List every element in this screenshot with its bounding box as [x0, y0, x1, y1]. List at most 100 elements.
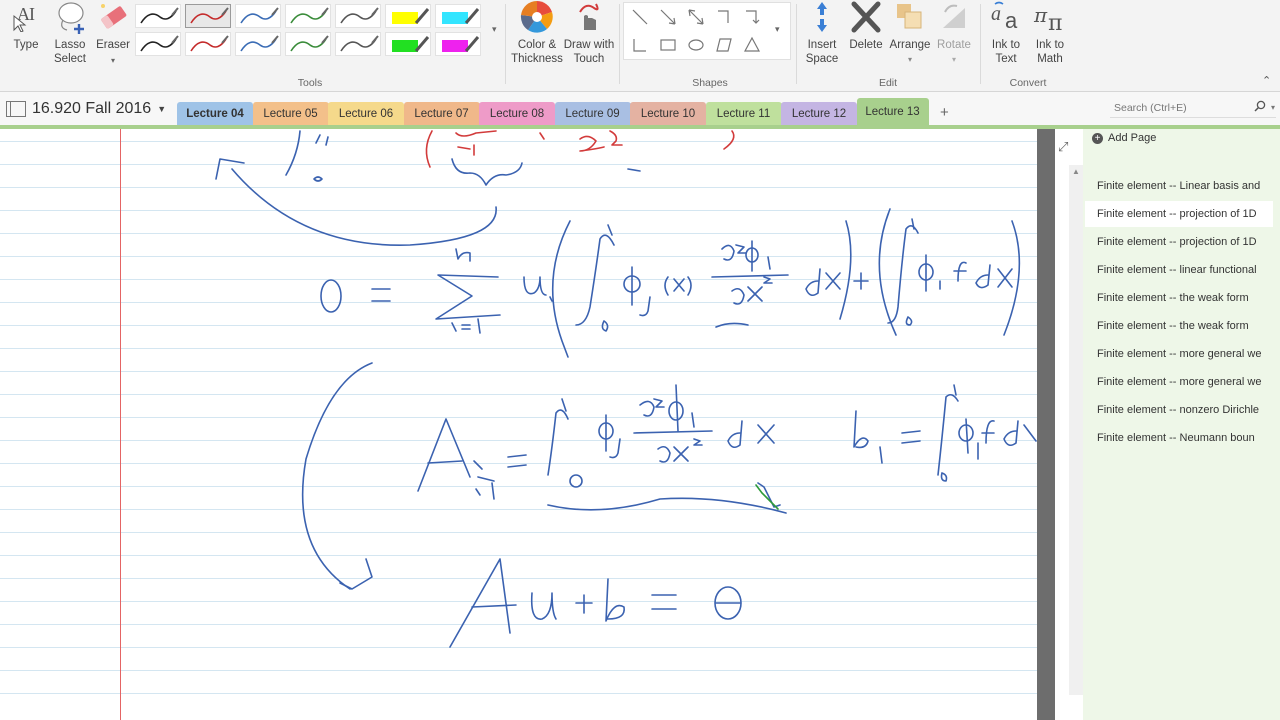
section-tab[interactable]: Lecture 06 [328, 102, 404, 125]
pen-swatch[interactable] [185, 32, 231, 56]
ink-load-definition[interactable] [853, 384, 1037, 482]
ink-top-brace[interactable] [451, 158, 641, 186]
parallelogram-shape-icon[interactable] [714, 35, 734, 55]
type-button[interactable]: AI Type [8, 0, 44, 52]
highlighter-swatch[interactable] [435, 32, 481, 56]
rotate-label: Rotate [937, 39, 971, 51]
pen-swatch[interactable] [335, 4, 381, 28]
ink-to-math-label: Ink to Math [1035, 39, 1065, 65]
axes-shape-icon[interactable] [714, 7, 734, 27]
expand-icon[interactable]: ⤢ [1058, 139, 1074, 155]
line-shape-icon[interactable] [630, 7, 650, 27]
section-tab[interactable]: Lecture 09 [554, 102, 631, 125]
page-list-item[interactable]: Finite element -- more general we [1085, 369, 1273, 395]
svg-text:I: I [29, 4, 35, 24]
ink-weak-form-equation[interactable] [320, 208, 1021, 358]
rectangle-shape-icon[interactable] [658, 35, 678, 55]
page-list-item[interactable]: Finite element -- projection of 1D [1085, 229, 1273, 255]
page-list-item[interactable]: Finite element -- the weak form [1085, 313, 1273, 339]
section-tab[interactable]: Lecture 08 [479, 102, 555, 125]
type-icon: AI [9, 0, 43, 34]
rotate-button[interactable]: Rotate ▾ [934, 0, 974, 67]
page-pane-scrollbar[interactable]: ▲ [1069, 165, 1083, 695]
ink-to-text-label: Ink to Text [991, 39, 1021, 65]
search-scope-dropdown-icon[interactable]: ▾ [1271, 98, 1275, 118]
ink-green-mark[interactable] [755, 484, 779, 510]
corner-shape-icon[interactable] [630, 35, 650, 55]
page-list-item[interactable]: Finite element -- nonzero Dirichle [1085, 397, 1273, 423]
page-scrollbar[interactable] [1037, 129, 1055, 720]
section-tab[interactable]: Lecture 13 [856, 98, 929, 125]
section-tab[interactable]: Lecture 07 [403, 102, 480, 125]
shapes-group-label: Shapes [692, 77, 728, 89]
group-separator [980, 4, 981, 84]
highlighter-swatch[interactable] [435, 4, 481, 28]
color-thickness-button[interactable]: Color & Thickness [510, 0, 564, 66]
collapse-ribbon-icon[interactable]: ⌃ [1262, 74, 1271, 87]
arrange-dropdown-icon[interactable]: ▾ [908, 53, 912, 67]
delete-label: Delete [849, 39, 883, 51]
pen-swatch[interactable] [135, 32, 181, 56]
add-page-button[interactable]: + Add Page [1092, 132, 1156, 144]
notebook-selector[interactable]: 16.920 Fall 2016 ▼ [6, 100, 166, 118]
section-tab[interactable]: Lecture 10 [630, 102, 706, 125]
section-tab-label: Lecture 07 [414, 107, 469, 120]
page-list-item[interactable]: Finite element -- the weak form [1085, 285, 1273, 311]
eraser-dropdown-icon[interactable]: ▾ [111, 54, 115, 68]
pen-swatch[interactable] [185, 4, 231, 28]
section-tab[interactable]: Lecture 12 [781, 102, 857, 125]
rotate-icon [937, 0, 971, 34]
triangle-shape-icon[interactable] [742, 35, 762, 55]
pen-swatch[interactable] [285, 32, 331, 56]
ink-top-red-expression[interactable] [425, 130, 735, 168]
arrange-button[interactable]: Arrange ▾ [888, 0, 932, 67]
page-list-item[interactable]: Finite element -- Linear basis and [1085, 173, 1273, 199]
pen-swatch[interactable] [235, 4, 281, 28]
ink-linear-system[interactable] [449, 558, 742, 648]
rotate-dropdown-icon[interactable]: ▾ [952, 53, 956, 67]
draw-with-touch-button[interactable]: Draw with Touch [562, 0, 616, 66]
ink-top-integral[interactable] [215, 130, 497, 246]
note-page[interactable] [0, 129, 1037, 720]
insert-space-button[interactable]: Insert Space [800, 0, 844, 66]
ink-to-math-icon: ππ [1033, 0, 1067, 34]
pen-gallery-more-icon[interactable]: ▾ [492, 24, 497, 35]
lasso-select-button[interactable]: Lasso Select [50, 0, 90, 66]
scroll-up-icon[interactable]: ▲ [1072, 167, 1080, 176]
touch-draw-icon [572, 0, 606, 34]
section-tab-label: Lecture 05 [263, 107, 318, 120]
eraser-button[interactable]: Eraser ▾ [94, 0, 132, 68]
pen-swatch[interactable] [135, 4, 181, 28]
shapes-gallery-more-icon[interactable]: ▾ [775, 24, 780, 35]
ink-stiffness-definition[interactable] [417, 384, 787, 514]
search-placeholder: Search (Ctrl+E) [1114, 102, 1187, 114]
pen-swatch[interactable] [285, 4, 331, 28]
section-tab[interactable]: Lecture 05 [252, 102, 329, 125]
search-box[interactable]: Search (Ctrl+E) ▾ [1110, 98, 1276, 118]
pen-swatch[interactable] [235, 32, 281, 56]
page-list-item[interactable]: Finite element -- linear functional [1085, 257, 1273, 283]
highlighter-swatch[interactable] [385, 4, 431, 28]
add-section-button[interactable]: + [940, 104, 949, 121]
ink-to-text-button[interactable]: aa Ink to Text [984, 0, 1028, 66]
highlighter-swatch[interactable] [385, 32, 431, 56]
section-tab[interactable]: Lecture 04 [177, 102, 253, 125]
page-list-item[interactable]: Finite element -- Neumann boun [1085, 425, 1273, 451]
handwritten-ink-layer[interactable] [0, 129, 1037, 720]
search-icon[interactable] [1254, 99, 1266, 119]
ellipse-shape-icon[interactable] [686, 35, 706, 55]
convert-group-label: Convert [1009, 77, 1047, 89]
ink-to-math-button[interactable]: ππ Ink to Math [1028, 0, 1072, 66]
color-thickness-label: Color & Thickness [511, 39, 563, 65]
pen-swatch[interactable] [335, 32, 381, 56]
delete-button[interactable]: Delete [846, 0, 886, 52]
axes-arrow-shape-icon[interactable] [742, 7, 762, 27]
arrow-shape-icon[interactable] [658, 7, 678, 27]
ink-left-arrow[interactable] [301, 362, 373, 590]
page-list-item[interactable]: Finite element -- more general we [1085, 341, 1273, 367]
lasso-label: Lasso Select [54, 39, 86, 65]
section-tab-label: Lecture 12 [791, 107, 847, 120]
section-tab[interactable]: Lecture 11 [705, 102, 782, 125]
double-arrow-shape-icon[interactable] [686, 7, 706, 27]
page-list-item[interactable]: Finite element -- projection of 1D [1085, 201, 1273, 227]
